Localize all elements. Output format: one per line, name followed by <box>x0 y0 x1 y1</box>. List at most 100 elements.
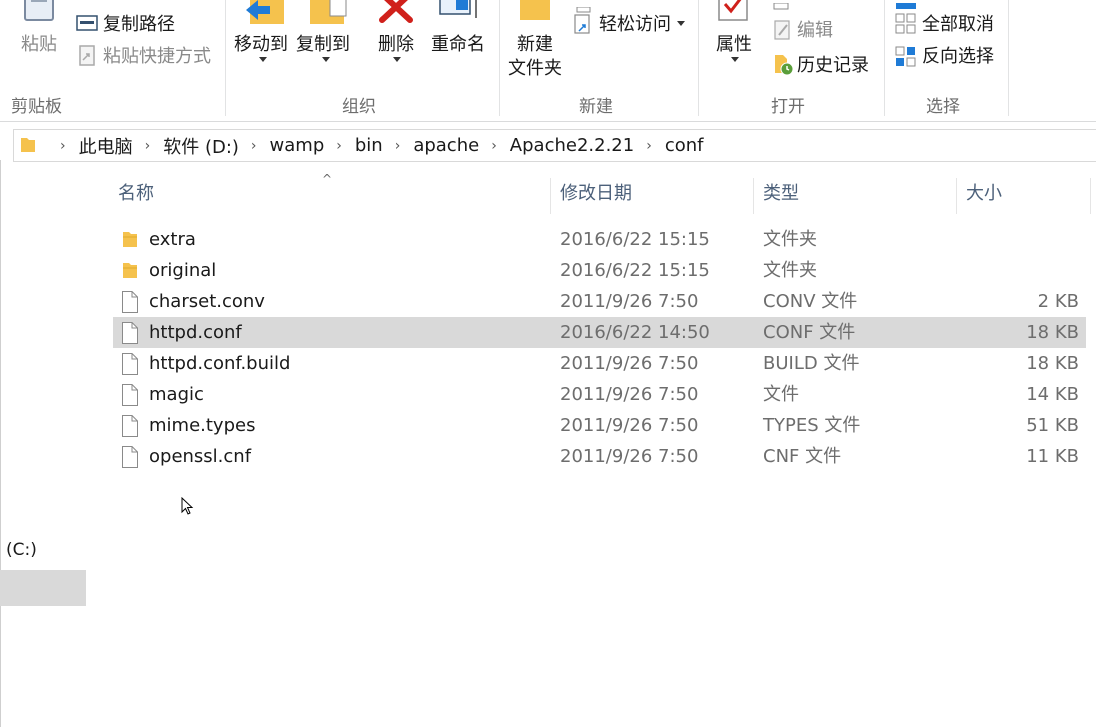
edit-icon[interactable] <box>773 19 793 41</box>
file-name: httpd.conf <box>149 322 242 343</box>
file-size: 18 KB <box>1026 322 1079 343</box>
easy-access-dropdown-icon[interactable] <box>677 21 685 26</box>
file-row[interactable]: openssl.cnf 2011/9/26 7:50 CNF 文件 11 KB <box>113 441 1086 472</box>
clipboard-group: 粘贴 复制路径 粘贴快捷方式 剪贴板 <box>0 0 226 121</box>
file-name: mime.types <box>149 415 256 436</box>
delete-icon[interactable] <box>378 0 414 24</box>
chevron-right-icon[interactable]: › <box>60 138 66 154</box>
chevron-right-icon[interactable]: › <box>251 138 257 154</box>
new-item-icon[interactable] <box>576 0 592 13</box>
chevron-right-icon[interactable]: › <box>646 138 652 154</box>
file-type: BUILD 文件 <box>763 353 860 374</box>
column-divider[interactable] <box>550 178 551 214</box>
copy-to-button[interactable]: 复制到 <box>296 33 350 56</box>
organize-group: 移动到 复制到 删除 重命名 组织 <box>226 0 500 121</box>
history-icon[interactable] <box>773 53 795 77</box>
file-type: CONV 文件 <box>763 291 858 312</box>
open-group: 属性 编辑 历史记录 打开 <box>699 0 885 121</box>
file-icon <box>121 353 139 379</box>
breadcrumb-item[interactable]: apache <box>413 135 479 156</box>
chevron-right-icon[interactable]: › <box>336 138 342 154</box>
nav-item-drive-c[interactable]: (C:) <box>6 540 37 560</box>
file-icon <box>121 384 139 410</box>
column-header-type[interactable]: 类型 <box>763 170 799 218</box>
select-none-icon[interactable] <box>895 13 917 35</box>
column-divider[interactable] <box>1090 178 1091 214</box>
breadcrumb-item[interactable]: 此电脑 <box>79 133 133 159</box>
file-row[interactable]: charset.conv 2011/9/26 7:50 CONV 文件 2 KB <box>113 286 1086 317</box>
chevron-right-icon[interactable]: › <box>491 138 497 154</box>
copy-to-dropdown-icon[interactable] <box>322 57 330 62</box>
copy-to-icon[interactable] <box>308 0 352 28</box>
address-bar[interactable]: › 此电脑 › 软件 (D:) › wamp › bin › apache › Apache2.2.2… <box>13 129 1096 162</box>
column-header-date[interactable]: 修改日期 <box>560 170 632 218</box>
breadcrumb-item[interactable]: 软件 (D:) <box>163 133 239 159</box>
breadcrumb-item[interactable]: wamp <box>270 135 325 156</box>
invert-selection-button[interactable]: 反向选择 <box>922 45 994 68</box>
file-row[interactable]: mime.types 2011/9/26 7:50 TYPES 文件 51 KB <box>113 410 1086 441</box>
column-divider[interactable] <box>956 178 957 214</box>
column-header-size[interactable]: 大小 <box>966 170 1002 218</box>
rename-button[interactable]: 重命名 <box>431 33 485 56</box>
folder-icon <box>121 260 139 284</box>
new-folder-button-line2[interactable]: 文件夹 <box>508 57 562 80</box>
file-size: 2 KB <box>1037 291 1079 312</box>
file-date: 2011/9/26 7:50 <box>560 415 699 436</box>
properties-icon[interactable] <box>717 0 751 24</box>
file-type: 文件夹 <box>763 260 817 281</box>
file-date: 2011/9/26 7:50 <box>560 446 699 467</box>
invert-selection-icon[interactable] <box>895 46 917 68</box>
new-group: 新建 文件夹 轻松访问 新建 <box>500 0 698 121</box>
column-divider[interactable] <box>753 178 754 214</box>
select-all-icon[interactable] <box>895 0 917 9</box>
nav-item-selected[interactable] <box>0 570 86 606</box>
chevron-right-icon[interactable]: › <box>145 138 151 154</box>
select-none-button[interactable]: 全部取消 <box>922 13 994 36</box>
breadcrumb-item[interactable]: Apache2.2.21 <box>510 135 634 156</box>
file-size: 18 KB <box>1026 353 1079 374</box>
new-folder-button-line1[interactable]: 新建 <box>517 33 553 56</box>
rename-icon[interactable] <box>438 0 482 22</box>
folder-icon <box>20 136 38 154</box>
select-group-label: 选择 <box>926 97 960 117</box>
file-row[interactable]: original 2016/6/22 15:15 文件夹 <box>113 255 1086 286</box>
column-header-name[interactable]: 名称 <box>118 170 154 218</box>
file-name: httpd.conf.build <box>149 353 291 374</box>
easy-access-button[interactable]: 轻松访问 <box>599 13 671 36</box>
file-row[interactable]: extra 2016/6/22 15:15 文件夹 <box>113 224 1086 255</box>
file-size: 51 KB <box>1026 415 1079 436</box>
move-to-button[interactable]: 移动到 <box>234 33 288 56</box>
edit-button[interactable]: 编辑 <box>797 19 833 42</box>
paste-shortcut-button[interactable]: 粘贴快捷方式 <box>103 45 211 68</box>
delete-button[interactable]: 删除 <box>378 33 414 56</box>
paste-button[interactable]: 粘贴 <box>21 33 57 56</box>
file-icon <box>121 291 139 317</box>
nav-pane-border <box>0 160 1 727</box>
clipboard-group-label: 剪贴板 <box>11 97 62 117</box>
easy-access-icon[interactable] <box>572 13 592 35</box>
paste-shortcut-icon[interactable] <box>78 45 96 67</box>
sort-ascending-icon: ^ <box>322 172 333 186</box>
file-row[interactable]: httpd.conf.build 2011/9/26 7:50 BUILD 文件 18… <box>113 348 1086 379</box>
breadcrumb-item[interactable]: conf <box>665 135 704 156</box>
chevron-right-icon[interactable]: › <box>395 138 401 154</box>
new-folder-icon[interactable] <box>518 0 552 22</box>
organize-group-label: 组织 <box>342 97 376 117</box>
open-icon[interactable] <box>773 0 791 10</box>
file-type: CNF 文件 <box>763 446 842 467</box>
group-divider <box>1008 0 1009 116</box>
copy-path-button[interactable]: 复制路径 <box>103 13 175 36</box>
history-button[interactable]: 历史记录 <box>797 54 869 77</box>
file-row[interactable]: magic 2011/9/26 7:50 文件 14 KB <box>113 379 1086 410</box>
file-row[interactable]: httpd.conf 2016/6/22 14:50 CONF 文件 18 KB <box>113 317 1086 348</box>
delete-dropdown-icon[interactable] <box>393 57 401 62</box>
move-to-dropdown-icon[interactable] <box>259 57 267 62</box>
breadcrumb-item[interactable]: bin <box>355 135 383 156</box>
move-to-icon[interactable] <box>244 0 288 28</box>
paste-icon[interactable] <box>22 0 56 22</box>
file-icon <box>121 415 139 441</box>
properties-button[interactable]: 属性 <box>716 33 752 56</box>
file-type: 文件 <box>763 384 799 405</box>
properties-dropdown-icon[interactable] <box>731 57 739 62</box>
copy-path-icon[interactable] <box>76 14 98 32</box>
